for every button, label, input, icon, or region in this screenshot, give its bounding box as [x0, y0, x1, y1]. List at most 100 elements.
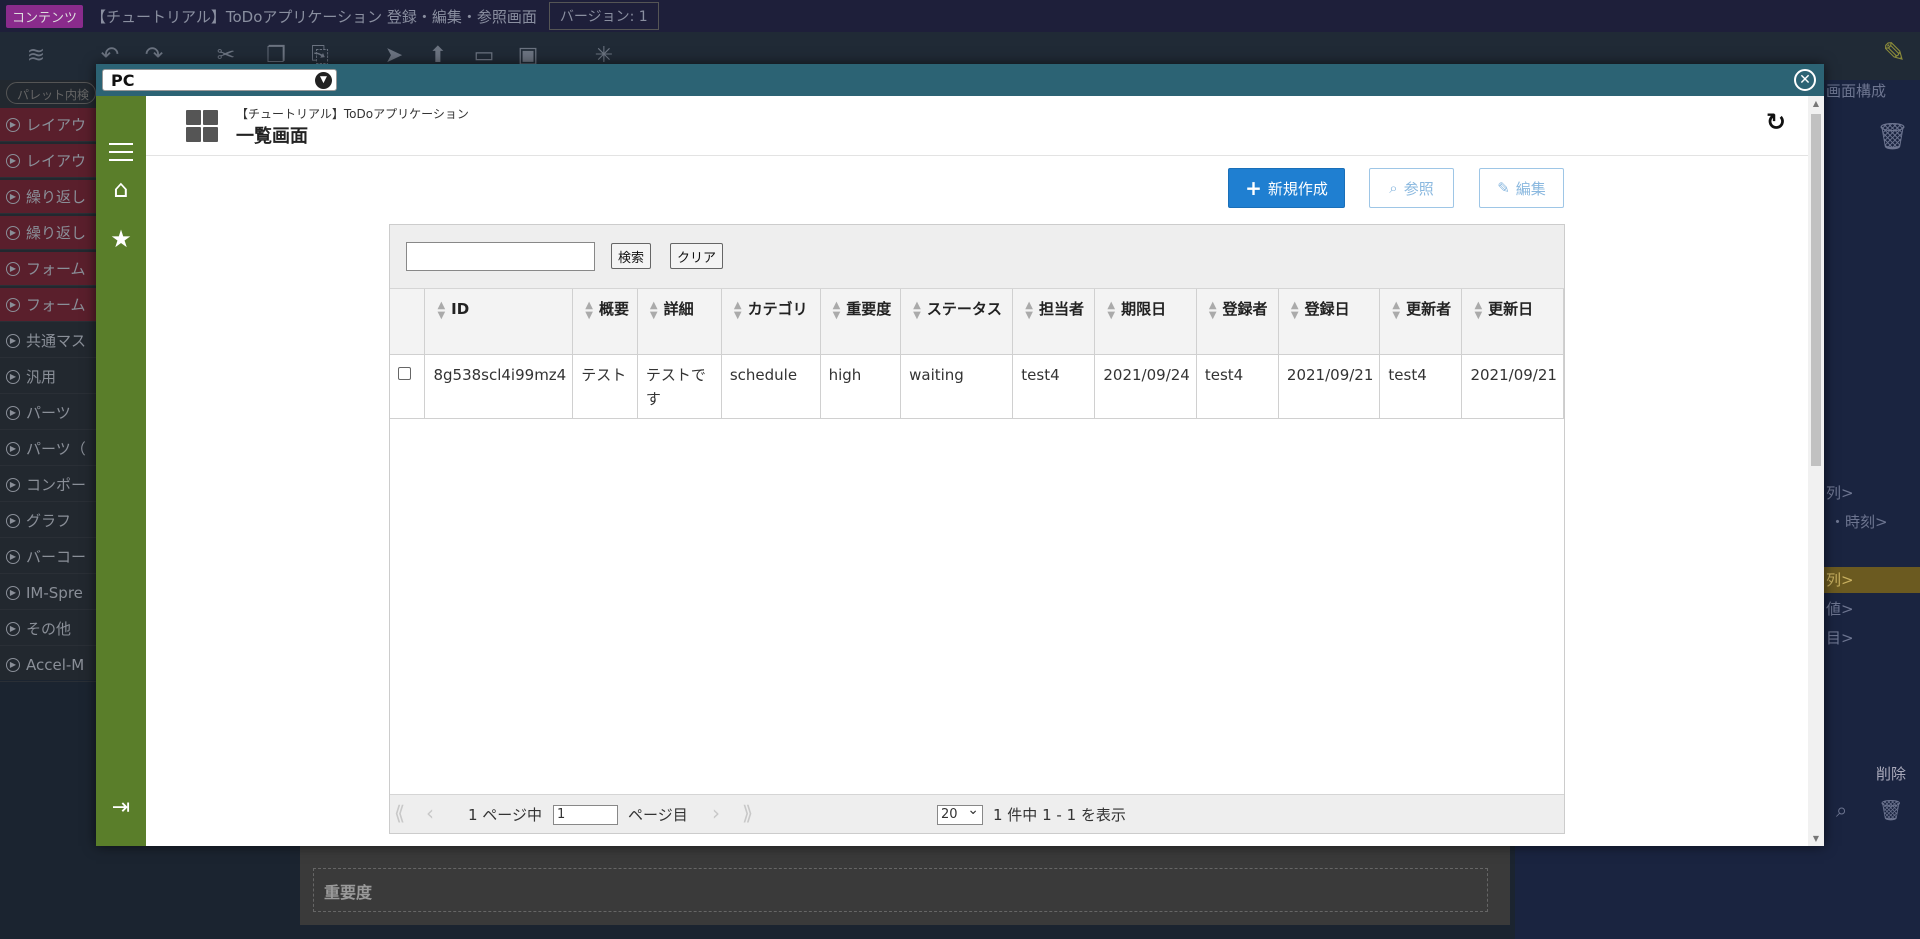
cell-updater: test4	[1379, 354, 1463, 419]
header-priority[interactable]: ▲ ▼ 重要度	[820, 289, 902, 355]
search-input[interactable]	[406, 242, 595, 271]
header-category[interactable]: ▲ ▼ カテゴリ	[721, 289, 821, 355]
play-circle-icon: ▶	[6, 117, 20, 132]
preview-modal: PC ▼ ✕ ⌂ ★ ⇥ 【チュートリアル】ToDoアプリケーション 一覧画面 …	[96, 64, 1824, 846]
header-status[interactable]: ▲ ▼ ステータス	[900, 289, 1014, 355]
header-created[interactable]: ▲ ▼ 登録日	[1278, 289, 1381, 355]
device-select[interactable]: PC ▼	[102, 69, 337, 91]
play-circle-icon: ▶	[6, 297, 20, 312]
edit-button[interactable]: ✎ 編集	[1479, 168, 1564, 208]
sort-icon: ▲ ▼	[832, 300, 841, 321]
scroll-up-icon[interactable]: ▲	[1811, 99, 1821, 108]
search-button[interactable]: 検索	[611, 243, 652, 269]
rows-per-page-select[interactable]: 20	[937, 802, 983, 825]
star-icon[interactable]: ★	[96, 221, 146, 257]
last-page-icon[interactable]: ⟫	[742, 803, 753, 823]
clear-button[interactable]: クリア	[670, 243, 724, 269]
page-of-label: 1 ページ中	[468, 806, 543, 824]
ide-title: 【チュートリアル】ToDoアプリケーション 登録・編集・参照画面	[91, 7, 537, 26]
device-label: PC	[111, 71, 135, 90]
menu-icon[interactable]	[109, 143, 133, 161]
new-button[interactable]: + 新規作成	[1228, 168, 1345, 208]
palette-search-input[interactable]: パレット内検	[6, 82, 96, 104]
palette-category[interactable]: ▶ 繰り返し	[0, 180, 96, 214]
trash-icon[interactable]: 🗑	[1876, 122, 1909, 152]
palette-category[interactable]: ▶ その他	[0, 612, 96, 646]
play-circle-icon: ▶	[6, 657, 20, 672]
sort-icon: ▲ ▼	[1474, 300, 1483, 321]
palette-category[interactable]: ▶ パーツ（	[0, 432, 96, 466]
prev-page-icon[interactable]: ‹	[426, 803, 434, 823]
palette-category[interactable]: ▶ グラフ	[0, 504, 96, 538]
ref-button[interactable]: ⌕ 参照	[1369, 168, 1454, 208]
palette-category-label: コンポー	[26, 476, 87, 494]
palette-category[interactable]: ▶ 繰り返し	[0, 216, 96, 250]
palette-category-label: 繰り返し	[26, 224, 87, 242]
header-updated[interactable]: ▲ ▼ 更新日	[1461, 289, 1564, 355]
canvas-field-priority[interactable]: 重要度	[313, 868, 1488, 912]
delete-label[interactable]: 削除	[1876, 763, 1906, 784]
header-detail[interactable]: ▲ ▼ 詳細	[637, 289, 722, 355]
palette-category[interactable]: ▶ レイアウ	[0, 144, 96, 178]
palette-category-label: 繰り返し	[26, 188, 87, 206]
page-header: 【チュートリアル】ToDoアプリケーション 一覧画面 ↻	[146, 96, 1808, 156]
cell-detail: テストです	[637, 354, 722, 419]
palette-category[interactable]: ▶ IM-Spre	[0, 576, 96, 610]
cell-status: waiting	[900, 354, 1014, 419]
play-circle-icon: ▶	[6, 549, 20, 564]
close-icon[interactable]: ✕	[1794, 69, 1816, 91]
trash-icon-small[interactable]: 🗑	[1878, 798, 1903, 822]
modal-scrollbar[interactable]: ▲ ▼	[1808, 96, 1824, 846]
header-updater[interactable]: ▲ ▼ 更新者	[1379, 289, 1463, 355]
cell-category: schedule	[721, 354, 821, 419]
palette-category[interactable]: ▶ Accel-M	[0, 648, 96, 682]
cell-assignee: test4	[1012, 354, 1096, 419]
new-button-label: 新規作成	[1267, 179, 1328, 198]
play-circle-icon: ▶	[6, 153, 20, 168]
row-checkbox[interactable]	[398, 366, 411, 380]
sort-icon: ▲ ▼	[1290, 300, 1299, 321]
cell-due: 2021/09/24	[1094, 354, 1197, 419]
play-circle-icon: ▶	[6, 441, 20, 456]
table-row[interactable]: 8g538scl4i99mz4 テスト テストです schedule high …	[390, 354, 1564, 419]
content-tag: コンテンツ	[6, 4, 84, 28]
edit-icon: ✎	[1497, 179, 1510, 197]
header-id[interactable]: ▲ ▼ ID	[424, 289, 574, 355]
scroll-down-icon[interactable]: ▼	[1811, 834, 1821, 843]
palette-category[interactable]: ▶ レイアウ	[0, 108, 96, 142]
reload-icon[interactable]: ↻	[1766, 108, 1786, 136]
pager: ⟪ ‹ 1 ページ中 1 ページ目 › ⟫ 20 1 件中 1 - 1 を表示	[390, 794, 1564, 833]
palette-category-label: フォーム	[26, 296, 86, 314]
sort-icon: ▲ ▼	[437, 300, 446, 321]
pencil-icon[interactable]: ✎	[1883, 36, 1906, 69]
palette-category[interactable]: ▶ パーツ	[0, 396, 96, 430]
header-due[interactable]: ▲ ▼ 期限日	[1094, 289, 1197, 355]
palette-category[interactable]: ▶ フォーム	[0, 288, 96, 322]
palette-category[interactable]: ▶ 共通マス	[0, 324, 96, 358]
plus-icon: +	[1245, 176, 1262, 200]
palette-category-label: 汎用	[26, 368, 57, 386]
scroll-thumb[interactable]	[1811, 114, 1821, 466]
layers-icon[interactable]: ≋	[22, 42, 50, 70]
page-input[interactable]: 1	[553, 805, 618, 825]
palette-category[interactable]: ▶ フォーム	[0, 252, 96, 286]
palette-category[interactable]: ▶ バーコー	[0, 540, 96, 574]
chevron-down-icon: ▼	[315, 72, 332, 89]
header-assignee[interactable]: ▲ ▼ 担当者	[1012, 289, 1096, 355]
result-summary: 1 件中 1 - 1 を表示	[993, 806, 1126, 824]
palette-category[interactable]: ▶ 汎用	[0, 360, 96, 394]
search-icon-small[interactable]: ⌕	[1836, 798, 1847, 822]
play-circle-icon: ▶	[6, 621, 20, 636]
home-icon[interactable]: ⌂	[96, 171, 146, 207]
logout-icon[interactable]: ⇥	[96, 790, 146, 826]
edit-button-label: 編集	[1515, 179, 1546, 198]
palette-category-label: 共通マス	[26, 332, 87, 350]
screen-config-label: 画面構成	[1826, 82, 1887, 100]
palette-category-label: バーコー	[26, 548, 87, 566]
header-creator[interactable]: ▲ ▼ 登録者	[1196, 289, 1279, 355]
next-page-icon[interactable]: ›	[712, 803, 720, 823]
palette-category[interactable]: ▶ コンポー	[0, 468, 96, 502]
first-page-icon[interactable]: ⟪	[394, 803, 405, 823]
header-summary[interactable]: ▲ ▼ 概要	[572, 289, 638, 355]
page-title: 一覧画面	[236, 126, 308, 147]
